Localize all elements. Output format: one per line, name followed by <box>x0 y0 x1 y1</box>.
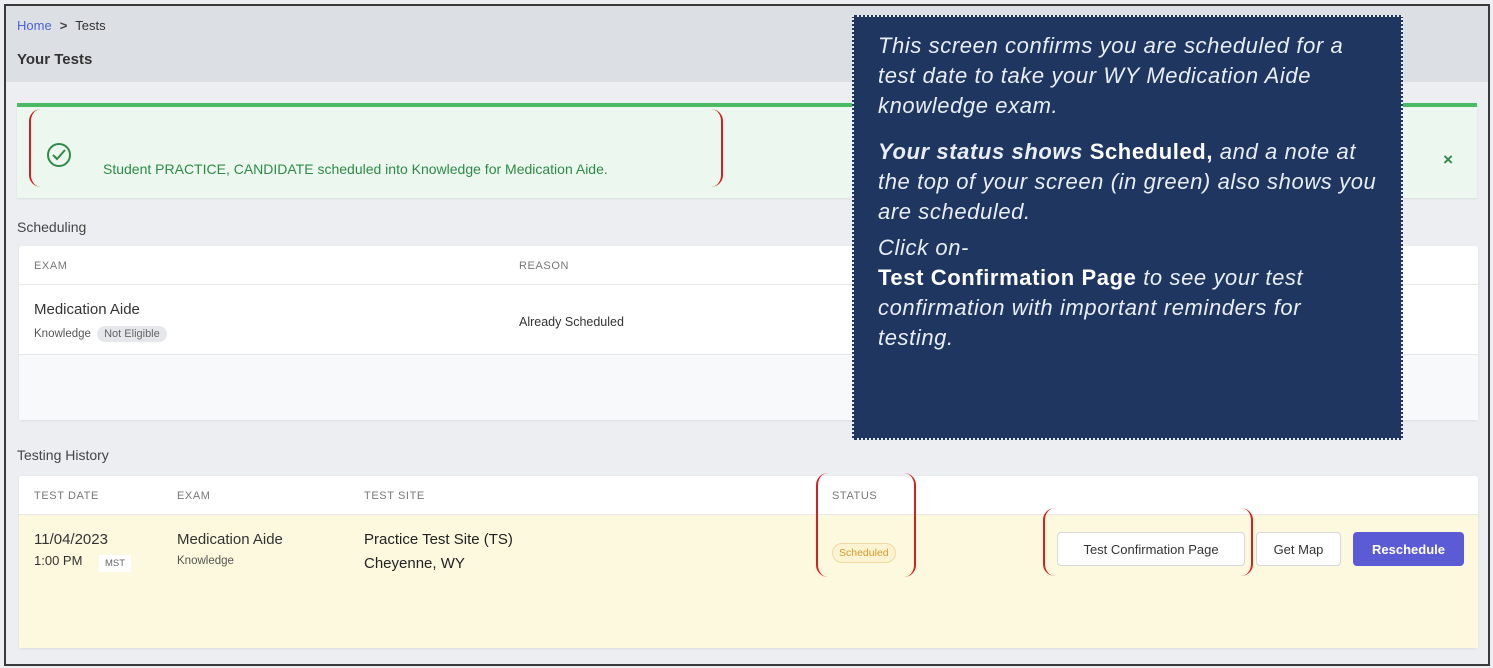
callout-paragraph-2: Your status shows Scheduled, and a note … <box>878 137 1381 227</box>
exam-type: Knowledge Not Eligible <box>34 326 167 342</box>
test-time: 1:00 PM <box>34 553 83 568</box>
breadcrumb-current: Tests <box>75 18 106 33</box>
header-exam: EXAM <box>34 260 68 272</box>
scheduling-section-label: Scheduling <box>17 219 87 235</box>
exam-name: Medication Aide <box>177 531 283 548</box>
instruction-callout: This screen confirms you are scheduled f… <box>852 15 1403 440</box>
testing-history-section-label: Testing History <box>17 447 109 463</box>
reschedule-button[interactable]: Reschedule <box>1353 532 1464 566</box>
header-exam: EXAM <box>177 490 211 502</box>
timezone-label: MST <box>99 555 132 572</box>
exam-type-label: Knowledge <box>34 328 91 340</box>
callout-confirmation-bold: Test Confirmation Page <box>878 265 1137 290</box>
callout-status-bold: Scheduled, <box>1089 139 1214 164</box>
page-title: Your Tests <box>17 51 93 68</box>
exam-name: Medication Aide <box>34 301 140 318</box>
breadcrumb-home-link[interactable]: Home <box>17 18 52 33</box>
app-frame: Home > Tests Your Tests Student PRACTICE, … <box>4 4 1490 666</box>
header-test-date: TEST DATE <box>34 490 99 502</box>
header-reason: REASON <box>519 260 570 272</box>
testing-history-table: TEST DATE EXAM TEST SITE STATUS 11/04/20… <box>19 476 1478 648</box>
callout-paragraph-1: This screen confirms you are scheduled f… <box>878 33 1344 118</box>
callout-paragraph-3: Test Confirmation Page to see your test … <box>878 263 1381 353</box>
highlight-bracket-alert <box>29 109 723 187</box>
breadcrumb: Home > Tests <box>17 18 106 33</box>
callout-status-lead: Your status shows <box>878 139 1083 164</box>
eligibility-badge: Not Eligible <box>97 326 167 342</box>
reason-text: Already Scheduled <box>519 315 624 329</box>
highlight-bracket-confirmation <box>1043 508 1253 576</box>
test-site-name: Practice Test Site (TS) <box>364 531 513 548</box>
test-site-location: Cheyenne, WY <box>364 555 465 572</box>
table-row: 11/04/2023 1:00 PM MST Medication Aide K… <box>19 515 1478 648</box>
test-date: 11/04/2023 <box>34 531 108 548</box>
table-header: TEST DATE EXAM TEST SITE STATUS <box>19 476 1478 515</box>
breadcrumb-separator: > <box>59 18 68 33</box>
header-test-site: TEST SITE <box>364 490 425 502</box>
exam-type: Knowledge <box>177 555 234 567</box>
get-map-button[interactable]: Get Map <box>1256 532 1341 566</box>
close-alert-button[interactable]: × <box>1443 150 1453 170</box>
highlight-bracket-status <box>816 473 916 577</box>
callout-click-lead: Click on- <box>878 235 969 260</box>
